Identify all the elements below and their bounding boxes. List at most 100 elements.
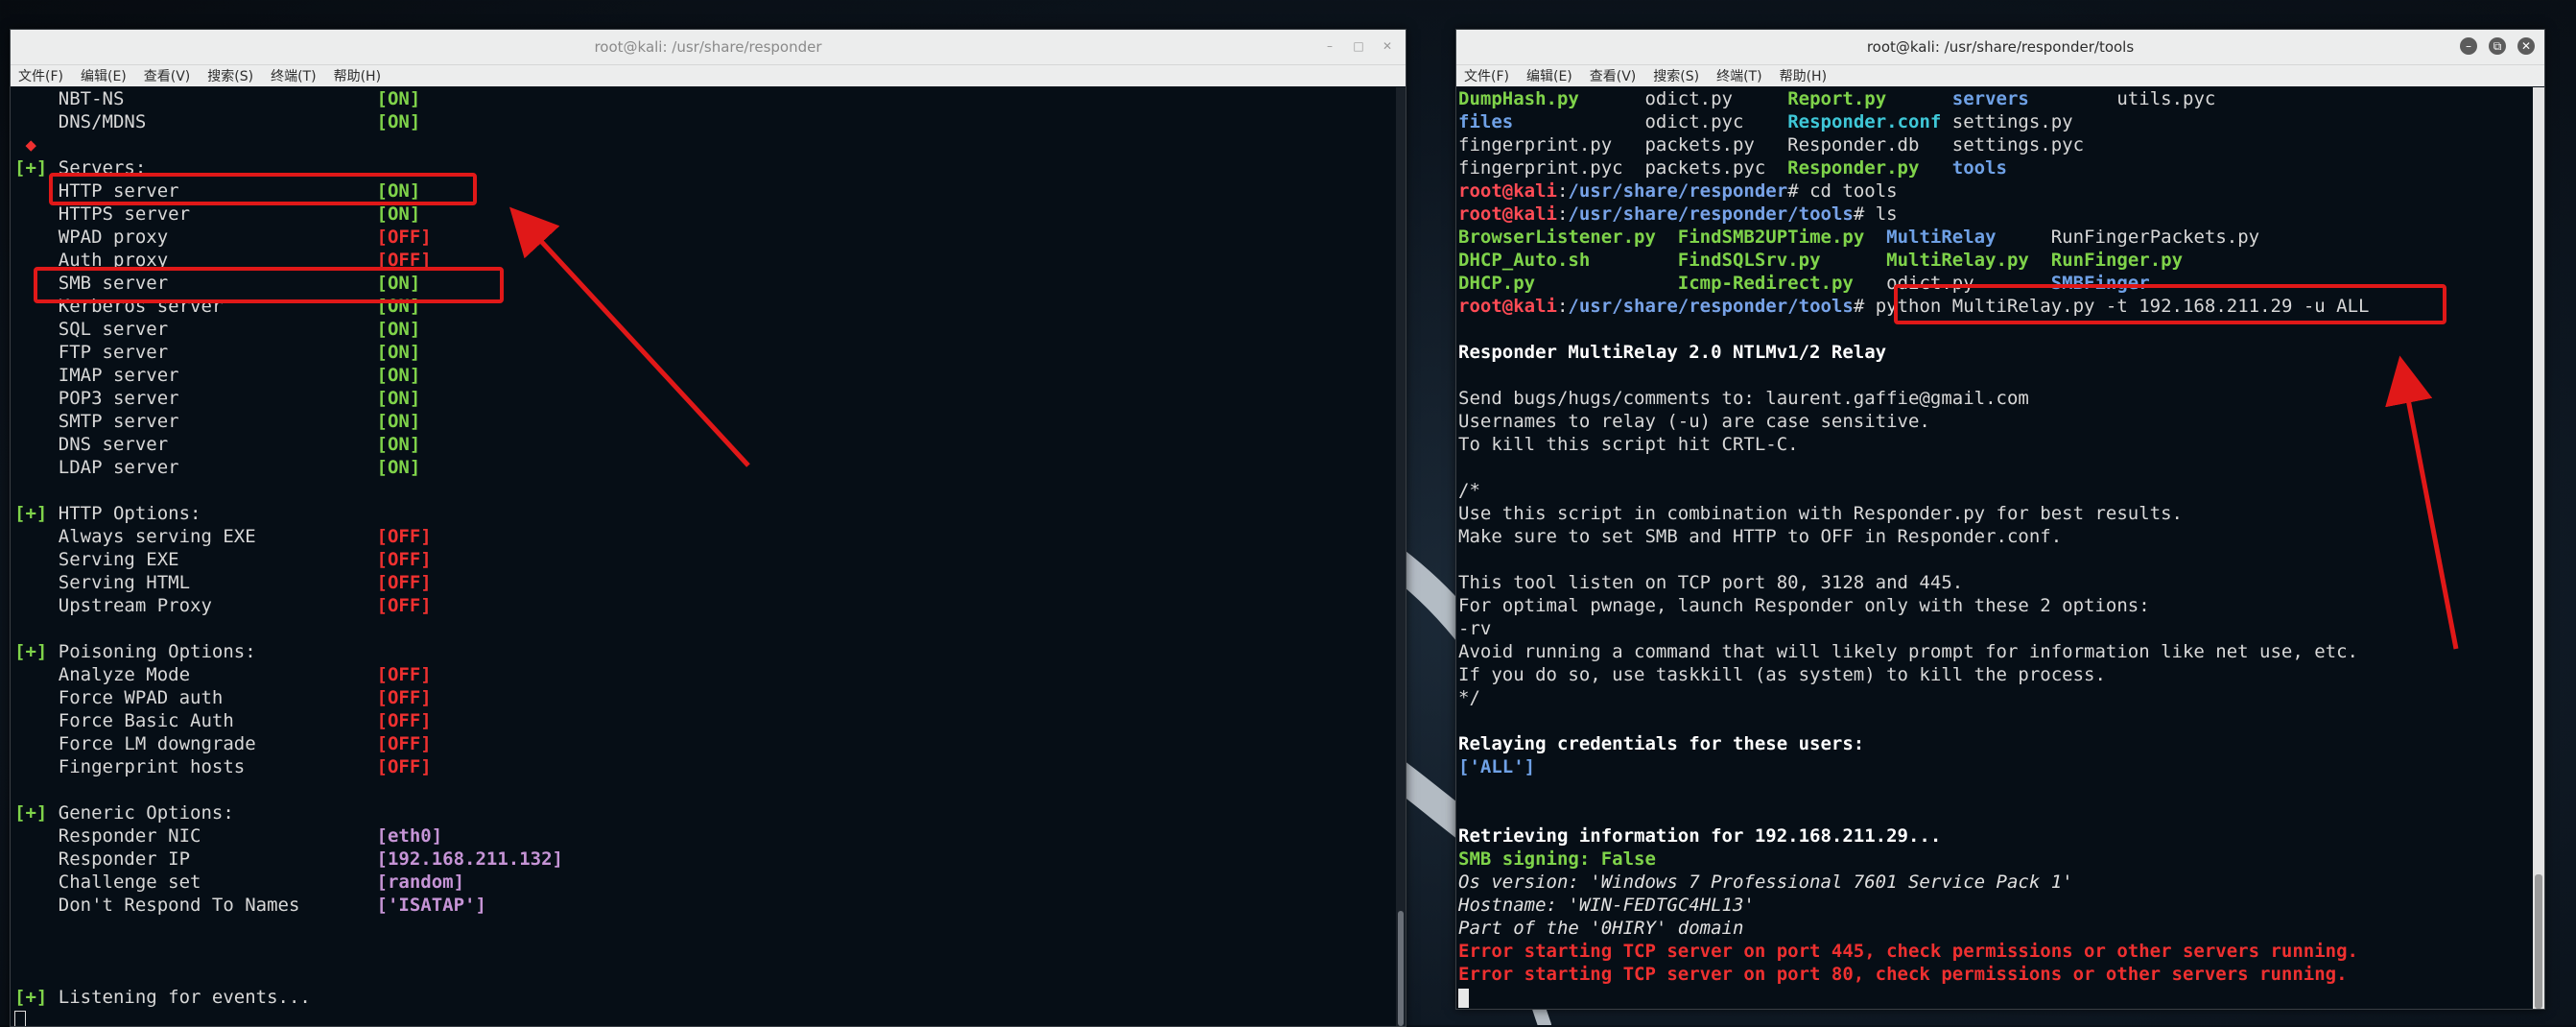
terminal-text: [OFF] xyxy=(377,687,432,708)
maximize-icon[interactable]: ⧉ xyxy=(2489,37,2506,55)
terminal-text: /usr/share/responder/tools xyxy=(1568,203,1853,225)
terminal-text: DNS/MDNS xyxy=(14,111,377,132)
menu-terminal[interactable]: 终端(T) xyxy=(1716,66,1761,85)
terminal-text: Responder.py xyxy=(1787,157,1919,179)
terminal-line: Part of the '0HIRY' domain xyxy=(1458,917,2544,940)
terminal-line xyxy=(1458,364,2544,387)
terminal-line xyxy=(14,963,1406,986)
terminal-line: root@kali:/usr/share/responder# cd tools xyxy=(1458,179,2544,203)
terminal-text: root@kali xyxy=(1458,296,1557,317)
close-icon[interactable]: ✕ xyxy=(2517,37,2535,55)
terminal-line: root@kali:/usr/share/responder/tools# py… xyxy=(1458,295,2544,318)
terminal-text: Analyze Mode xyxy=(14,664,377,685)
menu-view[interactable]: 查看(V) xyxy=(144,66,191,85)
menu-view[interactable]: 查看(V) xyxy=(1590,66,1637,85)
menu-file[interactable]: 文件(F) xyxy=(18,66,63,85)
menu-search[interactable]: 搜索(S) xyxy=(1653,66,1699,85)
minimize-icon[interactable]: – xyxy=(2460,37,2477,55)
terminal-text: Listening for events... xyxy=(47,987,311,1008)
terminal-text: /* xyxy=(1458,480,1480,501)
terminal-line xyxy=(1458,318,2544,341)
terminal-line: Responder IP [192.168.211.132] xyxy=(14,848,1406,871)
scrollbar[interactable] xyxy=(1396,87,1406,1026)
terminal-line: SMTP server [ON] xyxy=(14,410,1406,433)
terminal-line: Usernames to relay (-u) are case sensiti… xyxy=(1458,410,2544,433)
terminal-text xyxy=(1919,157,1951,179)
terminal-text xyxy=(1535,273,1678,294)
terminal-text: [ON] xyxy=(377,273,421,294)
terminal-line xyxy=(14,1009,1406,1027)
maximize-icon[interactable]: □ xyxy=(1350,37,1367,55)
terminal-text: This tool listen on TCP port 80, 3128 an… xyxy=(1458,572,1963,593)
terminal-text: HTTP server xyxy=(14,180,377,202)
terminal-text: [OFF] xyxy=(377,526,432,547)
terminal-text: [+] xyxy=(14,641,47,662)
terminal-line: Force WPAD auth [OFF] xyxy=(14,686,1406,709)
terminal-line: POP3 server [ON] xyxy=(14,387,1406,410)
menu-search[interactable]: 搜索(S) xyxy=(207,66,253,85)
terminal-text: # ls xyxy=(1854,203,1898,225)
terminal-line: If you do so, use taskkill (as system) t… xyxy=(1458,663,2544,686)
terminal-text: SQL server xyxy=(14,319,377,340)
terminal-line: Analyze Mode [OFF] xyxy=(14,663,1406,686)
terminal-text: Hostname: 'WIN-FEDTGC4HL13' xyxy=(1458,895,1755,916)
terminal-text: tools xyxy=(1952,157,2007,179)
menu-terminal[interactable]: 终端(T) xyxy=(271,66,316,85)
terminal-text: fingerprint.pyc packets.pyc xyxy=(1458,157,1787,179)
terminal-text: [ON] xyxy=(377,319,421,340)
terminal-line: Challenge set [random] xyxy=(14,871,1406,894)
titlebar[interactable]: root@kali: /usr/share/responder/tools – … xyxy=(1456,30,2544,65)
terminal-text: ◆ xyxy=(14,134,36,155)
terminal-text: HTTPS server xyxy=(14,203,377,225)
terminal-text: files xyxy=(1458,111,1513,132)
terminal-line: Responder MultiRelay 2.0 NTLMv1/2 Relay xyxy=(1458,341,2544,364)
terminal-window-left[interactable]: root@kali: /usr/share/responder – □ ✕ 文件… xyxy=(10,29,1406,1027)
terminal-line xyxy=(1458,548,2544,571)
terminal-text: root@kali xyxy=(1458,203,1557,225)
terminal-line: HTTP server [ON] xyxy=(14,179,1406,203)
terminal-text: # cd tools xyxy=(1787,180,1897,202)
close-icon[interactable]: ✕ xyxy=(1379,37,1396,55)
terminal-line: [+] Poisoning Options: xyxy=(14,640,1406,663)
terminal-line: Upstream Proxy [OFF] xyxy=(14,594,1406,617)
terminal-output[interactable]: DumpHash.py odict.py Report.py servers u… xyxy=(1456,87,2544,1009)
terminal-line: Make sure to set SMB and HTTP to OFF in … xyxy=(1458,525,2544,548)
terminal-text: Make sure to set SMB and HTTP to OFF in … xyxy=(1458,526,2062,547)
terminal-output[interactable]: NBT-NS [ON] DNS/MDNS [ON] ◆[+] Servers: … xyxy=(11,87,1406,1026)
terminal-line: Always serving EXE [OFF] xyxy=(14,525,1406,548)
terminal-window-right[interactable]: root@kali: /usr/share/responder/tools – … xyxy=(1455,29,2545,1010)
terminal-line: /* xyxy=(1458,479,2544,502)
minimize-icon[interactable]: – xyxy=(1321,37,1338,55)
terminal-text xyxy=(1590,250,1678,271)
terminal-line xyxy=(14,778,1406,801)
scrollbar[interactable] xyxy=(2533,87,2544,1009)
menu-file[interactable]: 文件(F) xyxy=(1464,66,1509,85)
terminal-text: WPAD proxy xyxy=(14,227,377,248)
terminal-text: SMTP server xyxy=(14,411,377,432)
terminal-text: [ON] xyxy=(377,457,421,478)
menu-help[interactable]: 帮助(H) xyxy=(334,66,381,85)
menu-help[interactable]: 帮助(H) xyxy=(1780,66,1827,85)
terminal-line: Force Basic Auth [OFF] xyxy=(14,709,1406,732)
terminal-text: Upstream Proxy xyxy=(14,595,377,616)
menu-edit[interactable]: 编辑(E) xyxy=(81,66,127,85)
terminal-line: Error starting TCP server on port 80, ch… xyxy=(1458,963,2544,986)
terminal-text xyxy=(1821,250,1887,271)
terminal-line: WPAD proxy [OFF] xyxy=(14,226,1406,249)
terminal-text: POP3 server xyxy=(14,388,377,409)
terminal-text: Os version: 'Windows 7 Professional 7601… xyxy=(1458,872,2073,893)
terminal-line: LDAP server [ON] xyxy=(14,456,1406,479)
terminal-line: [+] Listening for events... xyxy=(14,986,1406,1009)
terminal-line: */ xyxy=(1458,686,2544,709)
terminal-text: */ xyxy=(1458,687,1480,708)
terminal-text: [192.168.211.132] xyxy=(377,848,563,870)
terminal-text: Always serving EXE xyxy=(14,526,377,547)
terminal-text: /usr/share/responder xyxy=(1568,180,1787,202)
terminal-text: Usernames to relay (-u) are case sensiti… xyxy=(1458,411,1930,432)
terminal-text: DHCP_Auto.sh xyxy=(1458,250,1590,271)
titlebar[interactable]: root@kali: /usr/share/responder – □ ✕ xyxy=(11,30,1406,65)
terminal-text: : xyxy=(1557,203,1568,225)
menu-edit[interactable]: 编辑(E) xyxy=(1526,66,1572,85)
terminal-text: [ON] xyxy=(377,388,421,409)
terminal-line: NBT-NS [ON] xyxy=(14,87,1406,110)
